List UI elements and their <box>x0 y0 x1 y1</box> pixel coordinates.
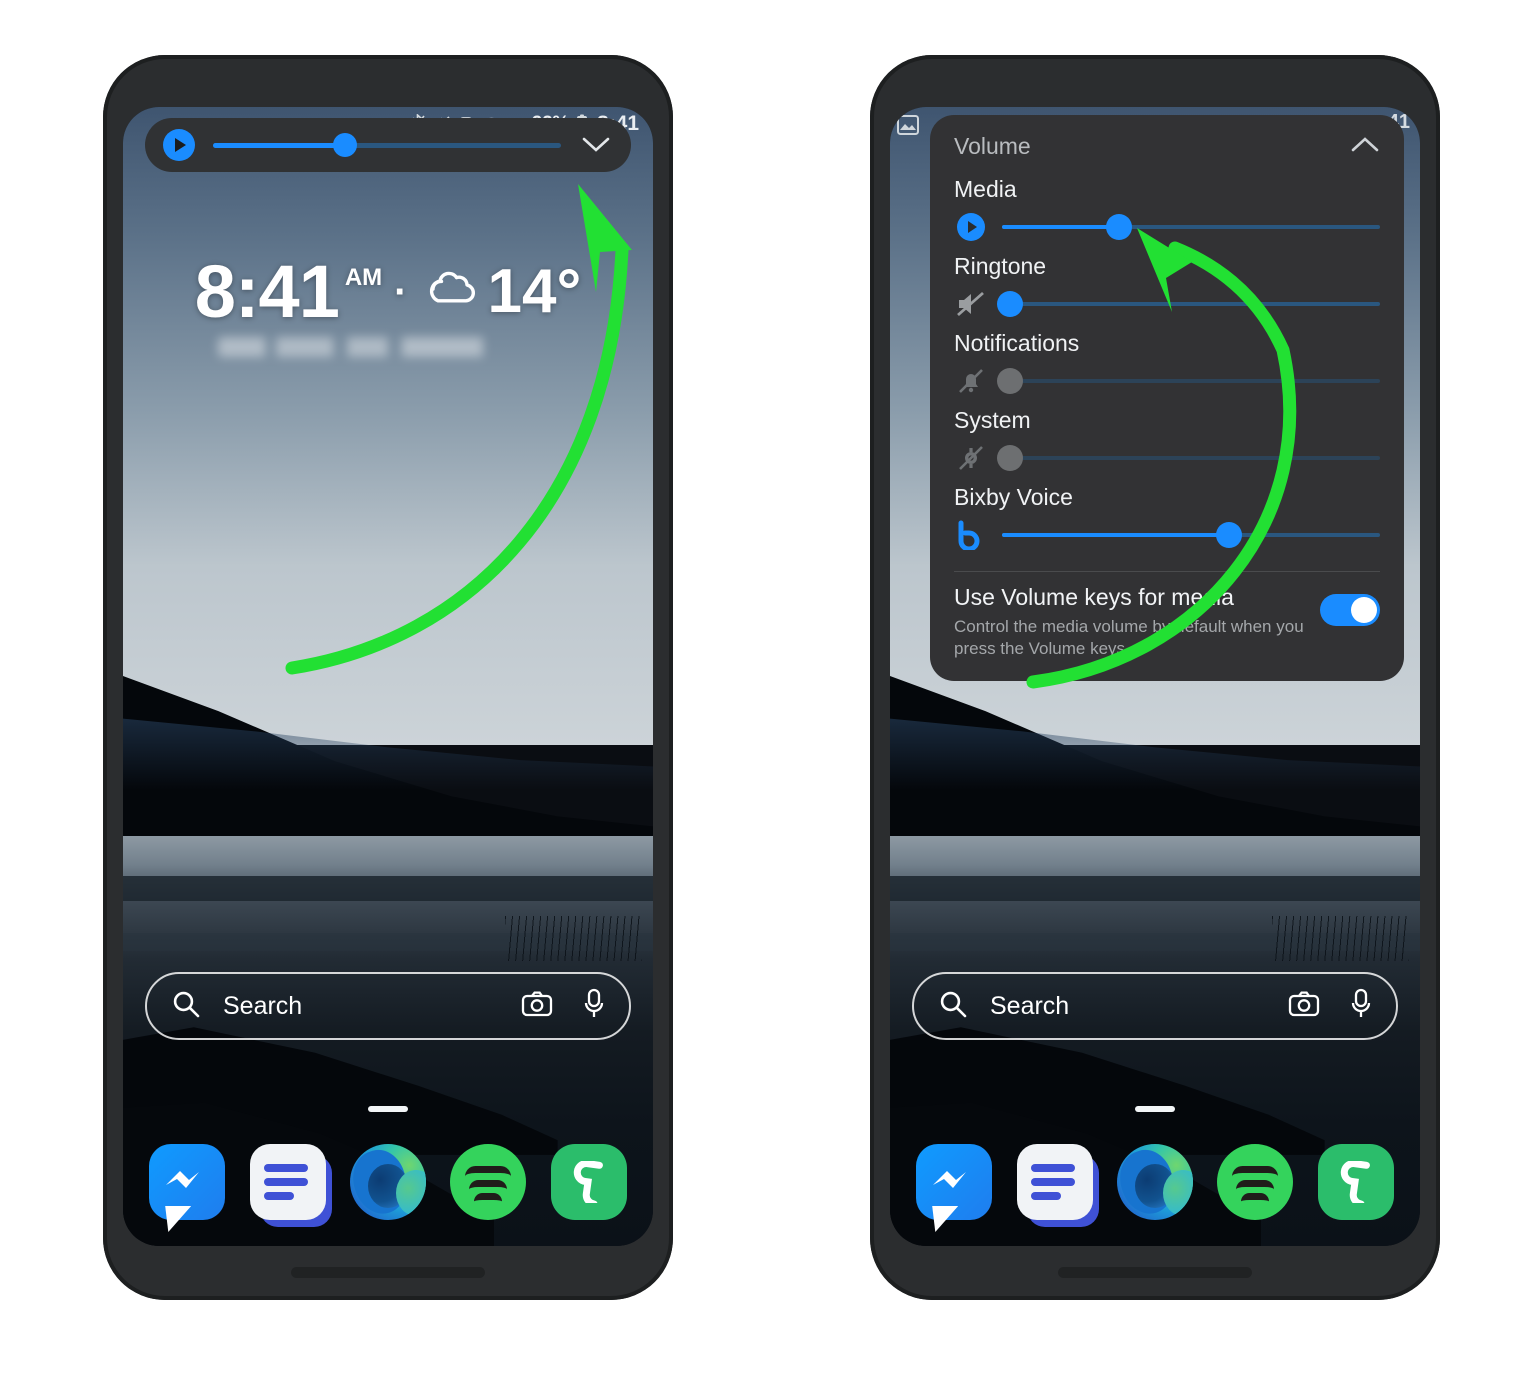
left-phone-device: 92% 8:41 8:41 AM <box>103 55 673 1300</box>
screenshot-notification-icon <box>896 113 920 142</box>
dock-app-phone[interactable] <box>1317 1144 1394 1220</box>
dock-app-phone[interactable] <box>550 1144 627 1220</box>
search-icon <box>938 989 968 1024</box>
bottom-speaker-grille <box>1058 1267 1252 1278</box>
home-indicator[interactable] <box>368 1106 408 1112</box>
volume-row-label: Notifications <box>954 330 1080 356</box>
dock-app-messenger[interactable] <box>916 1144 993 1220</box>
chevron-up-icon[interactable] <box>1350 133 1380 160</box>
dock-app-messages[interactable] <box>249 1144 326 1220</box>
dock-app-edge[interactable] <box>1116 1144 1193 1220</box>
play-icon <box>163 129 195 161</box>
volume-row-label: Ringtone <box>954 253 1047 279</box>
clock-weather-widget[interactable]: 8:41 AM · 14° <box>123 255 653 357</box>
dock <box>123 1144 653 1220</box>
use-volume-keys-setting[interactable]: Use Volume keys for media Control the me… <box>952 578 1382 663</box>
notifications-volume-slider[interactable] <box>996 368 1380 394</box>
media-volume-slider[interactable] <box>213 133 561 157</box>
screenshot-root: 92% 8:41 8:41 AM <box>0 0 1536 1386</box>
bixby-volume-slider[interactable] <box>1002 522 1380 548</box>
search-placeholder: Search <box>990 991 1070 1020</box>
search-icon <box>171 989 201 1024</box>
system-mute-icon[interactable] <box>954 441 988 475</box>
volume-row-label: System <box>954 407 1031 433</box>
microphone-icon[interactable] <box>583 988 605 1025</box>
volume-row-bixby-voice: Bixby Voice <box>952 478 1382 555</box>
clock-time: 8:41 <box>194 250 340 333</box>
dock-app-messages[interactable] <box>1016 1144 1093 1220</box>
bell-mute-icon[interactable] <box>954 364 988 398</box>
media-volume-slider[interactable] <box>1002 214 1380 240</box>
use-volume-keys-toggle[interactable] <box>1320 594 1380 626</box>
bottom-speaker-grille <box>291 1267 485 1278</box>
ringer-mute-icon[interactable] <box>954 287 988 321</box>
volume-row-notifications: Notifications <box>952 324 1382 401</box>
dock-app-spotify[interactable] <box>1217 1144 1294 1220</box>
collapsed-volume-bar[interactable] <box>145 118 631 172</box>
bixby-icon[interactable] <box>954 518 988 552</box>
play-icon[interactable] <box>954 210 988 244</box>
camera-lens-icon[interactable] <box>1288 990 1320 1023</box>
weather-temperature: 14° <box>487 257 582 326</box>
chevron-down-icon[interactable] <box>579 128 613 162</box>
system-volume-slider[interactable] <box>996 445 1380 471</box>
clock-ampm: AM <box>344 264 383 291</box>
search-bar[interactable]: Search <box>912 972 1398 1040</box>
panel-divider <box>954 571 1380 572</box>
search-placeholder: Search <box>223 991 303 1020</box>
left-phone-screen: 92% 8:41 8:41 AM <box>123 107 653 1246</box>
camera-lens-icon[interactable] <box>521 990 553 1023</box>
setting-title: Use Volume keys for media <box>954 584 1234 610</box>
volume-row-ringtone: Ringtone <box>952 247 1382 324</box>
volume-row-media: Media <box>952 170 1382 247</box>
setting-description: Control the media volume by default when… <box>954 617 1304 659</box>
ringtone-volume-slider[interactable] <box>996 291 1380 317</box>
clock-date-blurred <box>218 337 558 357</box>
volume-row-label: Bixby Voice <box>954 484 1073 510</box>
volume-row-label: Media <box>954 176 1017 202</box>
cloud-icon <box>420 267 482 318</box>
dock-app-edge[interactable] <box>349 1144 426 1220</box>
volume-panel-title: Volume <box>954 133 1031 159</box>
search-bar[interactable]: Search <box>145 972 631 1040</box>
volume-panel-header: Volume <box>952 129 1382 170</box>
microphone-icon[interactable] <box>1350 988 1372 1025</box>
home-indicator[interactable] <box>1135 1106 1175 1112</box>
clock-separator: · <box>394 269 408 314</box>
volume-panel: Volume Media Ringtone Notifications Syst… <box>930 115 1404 681</box>
dock <box>890 1144 1420 1220</box>
dock-app-spotify[interactable] <box>450 1144 527 1220</box>
right-phone-device: 41 Volume Media Ringtone Notifications S… <box>870 55 1440 1300</box>
volume-row-system: System <box>952 401 1382 478</box>
dock-app-messenger[interactable] <box>149 1144 226 1220</box>
right-phone-screen: 41 Volume Media Ringtone Notifications S… <box>890 107 1420 1246</box>
